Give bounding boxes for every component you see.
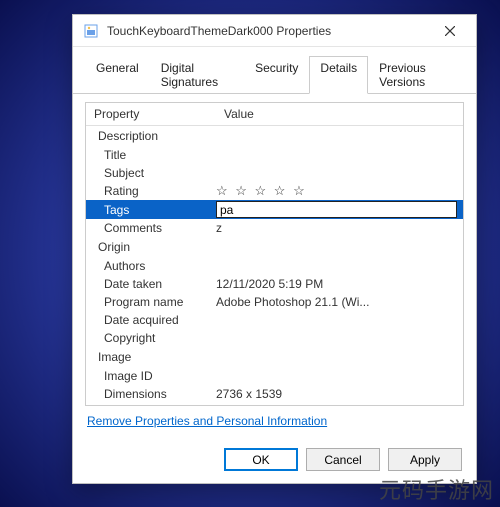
rating-stars[interactable]: ☆ ☆ ☆ ☆ ☆ [216,183,463,199]
tags-input[interactable] [216,201,457,218]
prop-label: Image ID [86,369,216,383]
ok-button[interactable]: OK [224,448,298,471]
dialog-buttons: OK Cancel Apply [73,438,476,483]
tab-general[interactable]: General [85,56,150,94]
prop-value: z [216,221,463,235]
prop-label: Comments [86,221,216,235]
row-comments[interactable]: Comments z [86,219,463,237]
group-image: Image [86,347,463,367]
tab-security[interactable]: Security [244,56,309,94]
tab-details[interactable]: Details [309,56,368,94]
tab-previous-versions[interactable]: Previous Versions [368,56,464,94]
property-list[interactable]: Description Title Subject Rating ☆ ☆ ☆ ☆… [86,126,463,405]
prop-label: Date acquired [86,313,216,327]
column-header-property[interactable]: Property [86,103,216,125]
prop-label: Tags [86,203,216,217]
row-title[interactable]: Title [86,146,463,164]
row-program-name[interactable]: Program name Adobe Photoshop 21.1 (Wi... [86,293,463,311]
group-description: Description [86,126,463,146]
details-panel: Property Value Description Title Subject… [85,102,464,406]
row-date-acquired[interactable]: Date acquired [86,311,463,329]
prop-value [216,201,463,218]
row-subject[interactable]: Subject [86,164,463,182]
row-date-taken[interactable]: Date taken 12/11/2020 5:19 PM [86,275,463,293]
prop-value: Adobe Photoshop 21.1 (Wi... [216,295,463,309]
remove-properties-link[interactable]: Remove Properties and Personal Informati… [87,414,327,428]
column-header-value[interactable]: Value [216,103,463,125]
list-header: Property Value [86,103,463,126]
tab-strip: General Digital Signatures Security Deta… [73,47,476,94]
prop-label: Dimensions [86,387,216,401]
prop-label: Subject [86,166,216,180]
row-authors[interactable]: Authors [86,257,463,275]
file-icon [83,23,99,39]
prop-label: Program name [86,295,216,309]
row-tags[interactable]: Tags [86,200,463,219]
prop-value: 2736 x 1539 [216,387,463,401]
group-origin: Origin [86,237,463,257]
properties-dialog: TouchKeyboardThemeDark000 Properties Gen… [72,14,477,484]
prop-label: Copyright [86,331,216,345]
row-width[interactable]: Width 2736 pixels [86,403,463,405]
close-icon [445,26,455,36]
prop-label: Date taken [86,277,216,291]
row-rating[interactable]: Rating ☆ ☆ ☆ ☆ ☆ [86,182,463,200]
row-dimensions[interactable]: Dimensions 2736 x 1539 [86,385,463,403]
cancel-button[interactable]: Cancel [306,448,380,471]
window-title: TouchKeyboardThemeDark000 Properties [107,24,430,38]
row-image-id[interactable]: Image ID [86,367,463,385]
apply-button[interactable]: Apply [388,448,462,471]
tab-digital-signatures[interactable]: Digital Signatures [150,56,244,94]
prop-value: 12/11/2020 5:19 PM [216,277,463,291]
titlebar: TouchKeyboardThemeDark000 Properties [73,15,476,47]
prop-label: Rating [86,184,216,198]
row-copyright[interactable]: Copyright [86,329,463,347]
close-button[interactable] [430,17,470,45]
prop-label: Authors [86,259,216,273]
footer-link-row: Remove Properties and Personal Informati… [73,406,476,438]
prop-label: Title [86,148,216,162]
